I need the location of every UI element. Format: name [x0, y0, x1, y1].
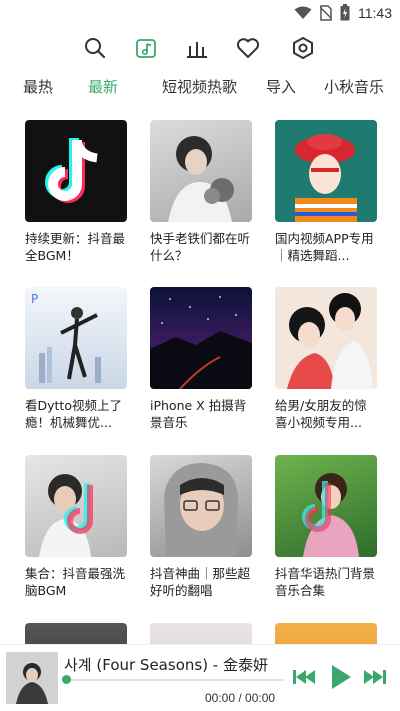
playlist-card[interactable]: 集合：抖音最强洗脑BGM	[25, 455, 127, 599]
playlist-title: 看Dytto视频上了瘾！机械舞优...	[25, 398, 122, 430]
playlist-card[interactable]: P 看Dytto视频上了瘾！机械舞优...	[25, 287, 127, 431]
bar-chart-icon[interactable]	[183, 34, 211, 62]
previous-icon[interactable]	[292, 667, 316, 691]
tab-import[interactable]: 导入	[266, 76, 296, 97]
playlist-card[interactable]: 给男/女朋友的惊喜小视频专用...	[275, 287, 377, 431]
heart-icon[interactable]	[234, 34, 262, 62]
tab-xiaoqiu-music[interactable]: 小秋音乐	[324, 76, 384, 97]
playlist-cover	[275, 120, 377, 222]
mini-player: 사계 (Four Seasons) - 金泰妍 00:00 / 00:00	[0, 644, 400, 711]
top-toolbar	[0, 34, 400, 64]
progress-slider[interactable]	[62, 675, 284, 684]
search-icon[interactable]	[81, 34, 109, 62]
svg-text:P: P	[31, 292, 38, 306]
tab-short-video-hits[interactable]: 短视频热歌	[162, 76, 237, 97]
progress-knob[interactable]	[62, 675, 71, 684]
playlist-title: 持续更新：抖音最全BGM！	[25, 231, 126, 263]
playlist-title: 给男/女朋友的惊喜小视频专用...	[275, 398, 367, 430]
playlist-title: iPhone X 拍摄背景音乐	[150, 398, 247, 430]
now-playing-title: 사계 (Four Seasons) - 金泰妍	[64, 656, 268, 674]
playlist-card[interactable]: iPhone X 拍摄背景音乐	[150, 287, 252, 431]
no-sim-icon	[320, 4, 332, 21]
playlist-cover	[150, 120, 252, 222]
playlist-card[interactable]: 国内视频APP专用｜精选舞蹈...	[275, 120, 377, 264]
playback-time: 00:00 / 00:00	[205, 691, 276, 705]
playlist-title: 快手老铁们都在听什么？	[150, 231, 251, 263]
now-playing-cover[interactable]	[6, 652, 58, 704]
status-bar: 11:43	[0, 0, 400, 30]
playlist-title: 国内视频APP专用｜精选舞蹈...	[275, 231, 374, 263]
status-icons: 11:43	[294, 4, 392, 21]
next-icon[interactable]	[363, 667, 387, 691]
playlist-cover	[275, 455, 377, 557]
playlist-cover: P	[25, 287, 127, 389]
playlist-cover	[150, 287, 252, 389]
music-note-icon[interactable]	[132, 34, 160, 62]
playlist-cover	[25, 455, 127, 557]
clock: 11:43	[358, 4, 392, 21]
playlist-card[interactable]: 持续更新：抖音最全BGM！	[25, 120, 127, 264]
play-icon[interactable]	[330, 664, 352, 694]
battery-icon	[340, 4, 350, 21]
playlist-title: 集合：抖音最强洗脑BGM	[25, 566, 126, 598]
playlist-title: 抖音神曲｜那些超好听的翻唱	[150, 566, 251, 598]
playlist-card[interactable]: 快手老铁们都在听什么？	[150, 120, 252, 264]
playlist-title: 抖音华语热门背景音乐合集	[275, 566, 376, 598]
playlist-cover	[150, 455, 252, 557]
playlist-card[interactable]: 抖音华语热门背景音乐合集	[275, 455, 377, 599]
tab-newest[interactable]: 最新	[88, 76, 118, 97]
wifi-icon	[294, 6, 312, 19]
settings-icon[interactable]	[289, 34, 317, 62]
tab-hottest[interactable]: 最热	[23, 76, 53, 97]
category-tabs: 最热 最新 短视频热歌 导入 小秋音乐	[0, 76, 400, 102]
playlist-card[interactable]: 抖音神曲｜那些超好听的翻唱	[150, 455, 252, 599]
playlist-cover	[25, 120, 127, 222]
playlist-cover	[275, 287, 377, 389]
